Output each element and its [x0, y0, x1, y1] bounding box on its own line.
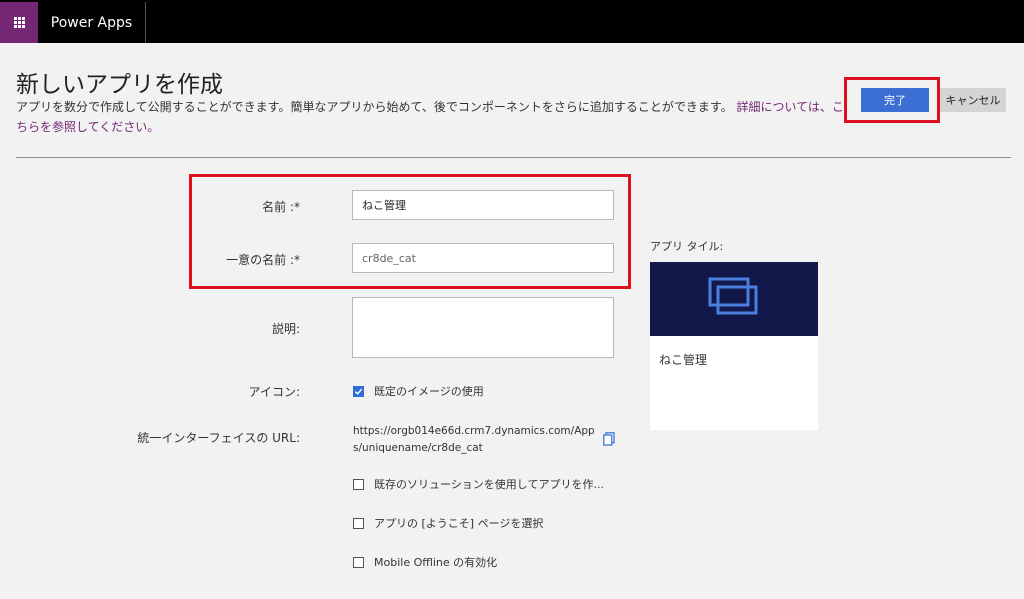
app-tile-label: アプリ タイル:	[650, 240, 724, 253]
page-description: アプリを数分で作成して公開することができます。簡単なアプリから始めて、後でコンポ…	[16, 97, 846, 137]
cancel-button[interactable]: キャンセル	[940, 88, 1006, 112]
copy-icon[interactable]	[603, 431, 615, 446]
name-input[interactable]: ねこ管理	[352, 190, 614, 220]
create-app-panel: 新しいアプリを作成 アプリを数分で作成して公開することができます。簡単なアプリか…	[0, 43, 1024, 599]
checkbox-unchecked[interactable]	[353, 478, 364, 490]
description-text: アプリを数分で作成して公開することができます。簡単なアプリから始めて、後でコンポ…	[16, 100, 733, 114]
mobile-offline-checkbox[interactable]: Mobile Offline の有効化	[353, 554, 497, 570]
divider	[16, 157, 1011, 158]
use-existing-solution-checkbox[interactable]: 既存のソリューションを使用してアプリを作...	[353, 476, 604, 492]
description-label: 説明:	[271, 322, 300, 336]
app-tile-icon	[708, 277, 760, 321]
option-label: Mobile Offline の有効化	[374, 556, 498, 569]
app-tile-header	[650, 262, 818, 336]
done-button[interactable]: 完了	[861, 88, 929, 112]
app-tile-name: ねこ管理	[659, 353, 708, 367]
unique-name-label: 一意の名前 :*	[226, 253, 300, 267]
checkbox-unchecked[interactable]	[353, 517, 364, 529]
app-name[interactable]: Power Apps	[38, 2, 146, 43]
checkbox-unchecked[interactable]	[353, 556, 364, 568]
select-welcome-page-checkbox[interactable]: アプリの [ようこそ] ページを選択	[353, 515, 543, 531]
name-label: 名前 :*	[262, 200, 300, 214]
unique-name-input[interactable]: cr8de_cat	[352, 243, 614, 273]
url-label: 統一インターフェイスの URL:	[137, 431, 300, 445]
url-value: https://orgb014e66d.crm7.dynamics.com/Ap…	[353, 425, 595, 454]
app-tile[interactable]: ねこ管理	[650, 262, 818, 430]
top-bar: Power Apps	[0, 0, 1024, 43]
option-label: 既存のソリューションを使用してアプリを作...	[374, 478, 604, 491]
page-title: 新しいアプリを作成	[16, 72, 223, 98]
option-label: アプリの [ようこそ] ページを選択	[374, 517, 544, 530]
page: Power Apps 新しいアプリを作成 アプリを数分で作成して公開することがで…	[0, 0, 1024, 599]
use-default-image-label: 既定のイメージの使用	[374, 385, 484, 398]
use-default-image-checkbox[interactable]: 既定のイメージの使用	[353, 383, 484, 399]
waffle-icon[interactable]	[0, 2, 38, 43]
checkbox-checked[interactable]	[353, 385, 364, 397]
description-input[interactable]	[352, 297, 614, 358]
icon-label: アイコン:	[248, 385, 300, 399]
